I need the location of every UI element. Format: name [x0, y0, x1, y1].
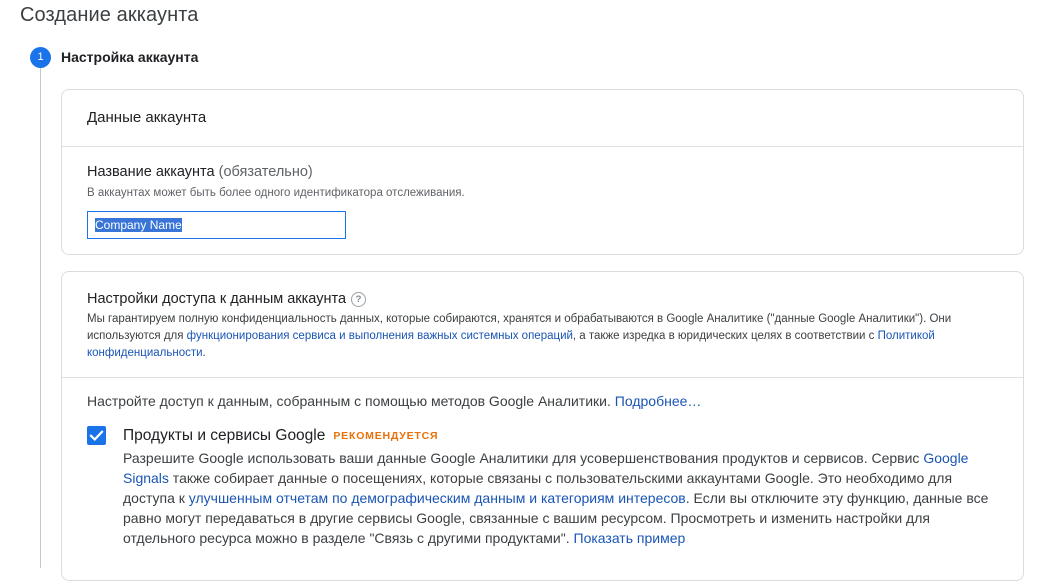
learn-more-link[interactable]: Подробнее…: [615, 393, 702, 409]
show-example-link[interactable]: Показать пример: [574, 530, 686, 546]
configure-sharing-label: Настройте доступ к данным, собранным с п…: [87, 393, 615, 409]
data-sharing-header: Настройки доступа к данным аккаунта ? Мы…: [62, 272, 1023, 378]
service-operations-link[interactable]: функционирования сервиса и выполнения ва…: [187, 330, 573, 342]
checkmark-icon: [89, 430, 104, 441]
google-products-description: Разрешите Google использовать ваши данны…: [123, 448, 993, 548]
step-title: Настройка аккаунта: [61, 49, 199, 65]
step-number-badge: 1: [30, 47, 51, 68]
google-products-checkbox[interactable]: [87, 426, 106, 445]
data-sharing-title: Настройки доступа к данным аккаунта: [87, 291, 347, 307]
account-name-label-text: Название аккаунта: [87, 164, 215, 180]
google-products-title-text: Продукты и сервисы Google: [123, 427, 326, 444]
account-name-hint: В аккаунтах может быть более одного иден…: [87, 187, 465, 199]
configure-sharing-text: Настройте доступ к данным, собранным с п…: [87, 393, 701, 409]
demographics-reports-link[interactable]: улучшенным отчетам по демографическим да…: [189, 490, 686, 506]
account-name-label: Название аккаунта (обязательно): [87, 164, 313, 180]
data-sharing-title-row: Настройки доступа к данным аккаунта ?: [87, 291, 1023, 307]
account-name-value: Company Name: [95, 218, 182, 232]
option-desc-text-1: Разрешите Google использовать ваши данны…: [123, 450, 924, 466]
account-details-card: Данные аккаунта Название аккаунта (обяза…: [61, 89, 1024, 255]
account-name-input[interactable]: Company Name: [87, 211, 346, 239]
data-sharing-card: Настройки доступа к данным аккаунта ? Мы…: [61, 271, 1024, 581]
required-marker: (обязательно): [214, 164, 313, 180]
sharing-desc-text-3: .: [202, 347, 206, 359]
page-title: Создание аккаунта: [20, 4, 199, 26]
help-icon[interactable]: ?: [351, 291, 367, 307]
google-products-option-title: Продукты и сервисы Google РЕКОМЕНДУЕТСЯ: [123, 427, 438, 445]
recommended-badge: РЕКОМЕНДУЕТСЯ: [333, 430, 439, 442]
sharing-desc-text-2: , а также изредка в юридических целях в …: [572, 330, 878, 342]
stepper-line: [40, 68, 41, 568]
account-card-header: Данные аккаунта: [62, 90, 1023, 147]
data-sharing-description: Мы гарантируем полную конфиденциальность…: [87, 311, 977, 362]
